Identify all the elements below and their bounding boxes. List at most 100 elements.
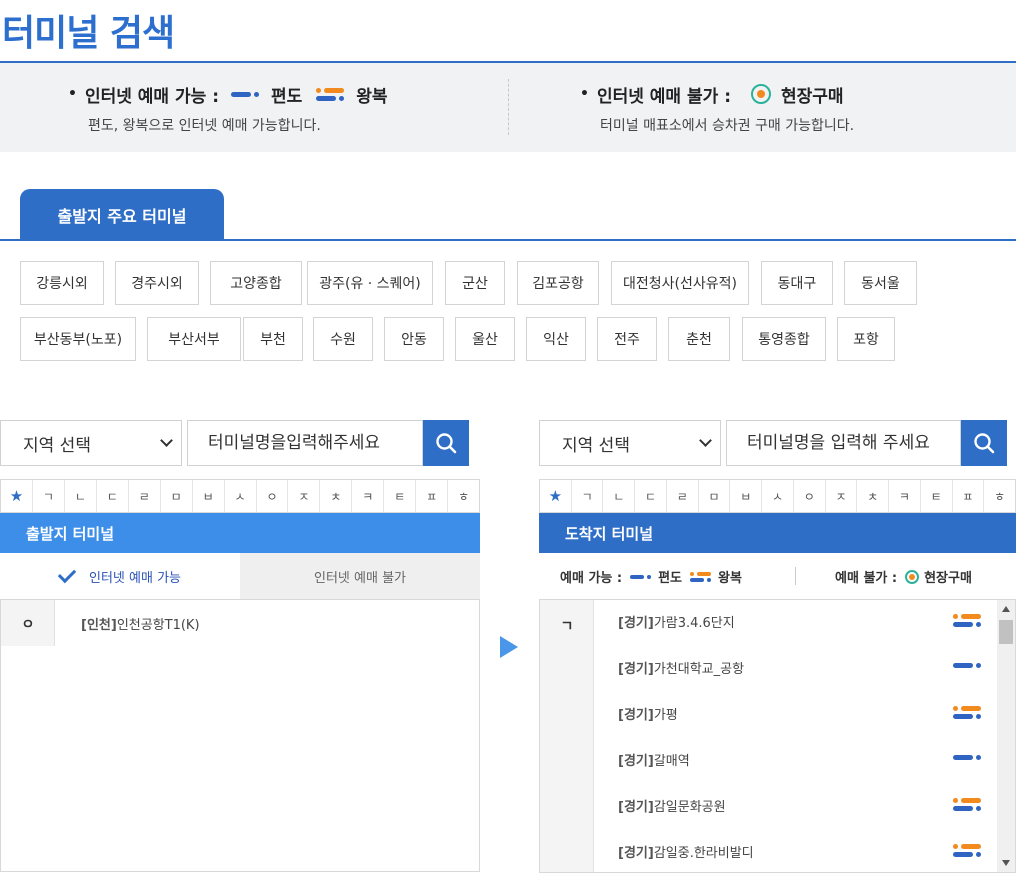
arrival-search-button[interactable] <box>961 420 1007 466</box>
consonant-key[interactable]: ㅂ <box>730 480 763 512</box>
departure-search-input[interactable] <box>187 420 423 466</box>
major-terminal-chip[interactable]: 김포공항 <box>517 261 599 305</box>
arrival-region-select-label: 지역 선택 <box>562 435 630 456</box>
consonant-key[interactable]: ㄹ <box>667 480 699 512</box>
major-terminal-chip[interactable]: 부산동부(노포) <box>20 317 136 361</box>
consonant-key[interactable]: ㅇ <box>794 480 826 512</box>
consonant-key[interactable]: ㅈ <box>288 480 321 512</box>
major-terminal-chip[interactable]: 부산서부 <box>147 317 241 361</box>
roundtrip-icon <box>953 614 983 627</box>
consonant-key[interactable]: ㅍ <box>416 480 449 512</box>
tab-departure-unavailable[interactable]: 인터넷 예매 불가 <box>240 553 480 599</box>
departure-terminal-item[interactable]: [인천]인천공항T1(K) <box>81 614 200 633</box>
scroll-thumb[interactable] <box>999 620 1013 644</box>
major-terminal-chip[interactable]: 동대구 <box>761 261 833 305</box>
scroll-up-icon[interactable] <box>1002 606 1010 612</box>
consonant-key[interactable]: ㅅ <box>762 480 794 512</box>
departure-search-button[interactable] <box>423 420 469 466</box>
roundtrip-icon <box>690 571 712 582</box>
major-terminal-chip[interactable]: 수원 <box>313 317 373 361</box>
consonant-key[interactable]: ㅁ <box>161 480 193 512</box>
major-terminal-chip[interactable]: 고양종합 <box>210 261 302 305</box>
favorites-star-icon[interactable]: ★ <box>540 480 572 512</box>
major-terminal-chip[interactable]: 동서울 <box>844 261 917 305</box>
major-terminal-chip[interactable]: 강릉시외 <box>20 261 104 305</box>
tab-departure-available[interactable]: 인터넷 예매 가능 <box>0 553 240 599</box>
terminal-name: 가천대학교_공항 <box>653 662 745 677</box>
major-terminal-chip[interactable]: 춘천 <box>668 317 730 361</box>
legend-divider <box>795 567 796 585</box>
consonant-key[interactable]: ㅎ <box>984 480 1015 512</box>
major-terminal-chip[interactable]: 부천 <box>243 317 303 361</box>
terminal-name: 감일중.한라비발디 <box>653 846 754 861</box>
arrival-list-scrollbar[interactable] <box>997 600 1015 872</box>
departure-panel-header: 출발지 터미널 <box>0 513 480 553</box>
major-terminal-chip[interactable]: 안동 <box>384 317 444 361</box>
legend-available: • 인터넷 예매 가능 : 편도 왕복 편도, 왕복으로 인터넷 예매 가능합니… <box>68 81 388 135</box>
onsite-purchase-icon <box>751 84 771 104</box>
consonant-key[interactable]: ㄷ <box>635 480 667 512</box>
legend-round-label: 왕복 <box>356 86 388 107</box>
consonant-key[interactable]: ㅅ <box>225 480 257 512</box>
arrival-terminal-item[interactable]: [경기]가평 <box>618 704 678 723</box>
arrival-region-select[interactable]: 지역 선택 <box>539 420 721 466</box>
search-icon <box>974 433 995 454</box>
consonant-key[interactable]: ㅎ <box>448 480 479 512</box>
arrival-terminal-item[interactable]: [경기]갈매역 <box>618 750 690 769</box>
consonant-key[interactable]: ㄴ <box>65 480 97 512</box>
oneway-icon <box>953 755 983 760</box>
onsite-purchase-icon <box>905 569 920 584</box>
consonant-key[interactable]: ㅂ <box>193 480 225 512</box>
consonant-key[interactable]: ㄹ <box>129 480 161 512</box>
consonant-key[interactable]: ㅋ <box>352 480 385 512</box>
departure-consonant-filter: ★ ㄱㄴㄷㄹㅁㅂㅅㅇㅈㅊㅋㅌㅍㅎ <box>0 479 480 513</box>
legend-available-desc: 편도, 왕복으로 인터넷 예매 가능합니다. <box>88 118 321 134</box>
consonant-key[interactable]: ㄱ <box>572 480 604 512</box>
oneway-icon <box>630 574 652 579</box>
major-terminal-chip[interactable]: 통영종합 <box>742 317 826 361</box>
consonant-key[interactable]: ㅊ <box>320 480 353 512</box>
arrival-booking-legend: 예매 가능 : 편도 왕복 예매 불가 : 현장구매 <box>540 553 1016 599</box>
consonant-key[interactable]: ㅌ <box>384 480 417 512</box>
arrival-terminal-item[interactable]: [경기]감일중.한라비발디 <box>618 842 754 861</box>
major-terminal-chip[interactable]: 군산 <box>445 261 505 305</box>
arrival-legend-oneway-label: 편도 <box>658 571 683 586</box>
favorites-star-icon[interactable]: ★ <box>1 480 33 512</box>
consonant-key[interactable]: ㄴ <box>603 480 636 512</box>
consonant-key[interactable]: ㅇ <box>257 480 289 512</box>
major-terminal-chip[interactable]: 익산 <box>526 317 586 361</box>
major-terminal-chip[interactable]: 포항 <box>837 317 895 361</box>
arrival-terminal-item[interactable]: [경기]가람3.4.6단지 <box>618 612 735 631</box>
arrival-legend-unavailable-label: 예매 불가 : <box>835 571 898 586</box>
arrival-terminal-item[interactable]: [경기]감일문화공원 <box>618 796 726 815</box>
major-terminal-chip[interactable]: 경주시외 <box>115 261 199 305</box>
major-terminal-chip[interactable]: 전주 <box>597 317 657 361</box>
departure-region-select-label: 지역 선택 <box>23 435 91 456</box>
consonant-key[interactable]: ㅁ <box>699 480 731 512</box>
scroll-down-icon[interactable] <box>1002 860 1010 866</box>
terminal-region: [경기] <box>618 754 654 769</box>
consonant-key[interactable]: ㅌ <box>921 480 953 512</box>
consonant-key[interactable]: ㅋ <box>889 480 921 512</box>
departure-region-select[interactable]: 지역 선택 <box>0 420 182 466</box>
legend-unavailable-label: 인터넷 예매 불가 : <box>596 86 731 107</box>
major-terminal-chip[interactable]: 대전청사(선사유적) <box>611 261 749 305</box>
arrival-terminal-item[interactable]: [경기]가천대학교_공항 <box>618 658 744 677</box>
consonant-key[interactable]: ㅊ <box>857 480 890 512</box>
arrival-legend-onsite-label: 현장구매 <box>924 571 972 586</box>
search-icon <box>436 433 457 454</box>
oneway-icon <box>231 91 261 97</box>
consonant-key[interactable]: ㄱ <box>33 480 65 512</box>
consonant-key[interactable]: ㄷ <box>97 480 129 512</box>
arrival-search-input[interactable] <box>726 420 961 466</box>
consonant-key[interactable]: ㅈ <box>826 480 858 512</box>
terminal-region: [경기] <box>618 662 654 677</box>
legend-available-label: 인터넷 예매 가능 : <box>84 86 219 107</box>
consonant-key[interactable]: ㅍ <box>953 480 985 512</box>
tab-major-departure-terminals[interactable]: 출발지 주요 터미널 <box>20 189 224 241</box>
major-terminal-chip[interactable]: 울산 <box>455 317 515 361</box>
terminal-name: 인천공항T1(K) <box>116 618 200 633</box>
bullet-icon: • <box>68 86 77 102</box>
major-terminal-chip[interactable]: 광주(유 · 스퀘어) <box>307 261 433 305</box>
chevron-down-icon <box>160 434 173 447</box>
